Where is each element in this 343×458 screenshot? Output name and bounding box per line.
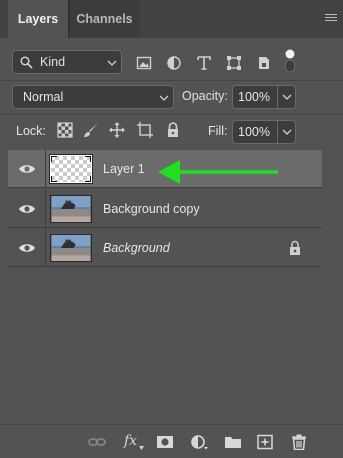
lock-transparent-pixels-icon[interactable]	[56, 121, 74, 139]
panel-tab-bar: Layers Channels	[0, 0, 343, 38]
photo-thumbnail	[50, 234, 92, 262]
transparent-thumbnail	[49, 154, 93, 184]
divider	[0, 114, 343, 115]
type-filter-icon[interactable]	[196, 55, 212, 71]
smart-object-filter-icon[interactable]	[256, 55, 272, 71]
panel-menu-icon[interactable]	[325, 14, 337, 24]
visibility-eye-icon[interactable]	[18, 162, 36, 176]
lock-artboard-icon[interactable]	[136, 121, 154, 139]
delete-icon[interactable]	[290, 434, 308, 450]
divider	[0, 80, 343, 81]
annotation-arrow	[158, 160, 278, 184]
chevron-down-icon	[282, 94, 292, 100]
blend-mode-label: Normal	[23, 90, 64, 104]
search-icon	[20, 56, 33, 69]
kind-filter-select[interactable]: Kind	[12, 50, 122, 74]
filter-toggle-icon[interactable]	[284, 49, 296, 73]
visibility-eye-icon[interactable]	[18, 241, 36, 255]
chevron-down-icon	[107, 60, 117, 66]
divider	[45, 190, 46, 228]
tab-layers[interactable]: Layers	[8, 0, 68, 38]
layer-name[interactable]: Background copy	[103, 202, 200, 216]
fill-field[interactable]: 100%	[232, 120, 296, 144]
divider	[45, 150, 46, 188]
kind-label: Kind	[40, 55, 66, 69]
layer-row-background-copy[interactable]: Background copy	[8, 190, 322, 228]
layer-row-background[interactable]: Background	[8, 229, 322, 267]
fill-value: 100%	[238, 125, 270, 139]
selection-corners-icon	[51, 156, 91, 182]
adjustment-layer-icon[interactable]	[190, 434, 208, 450]
fx-dropdown-icon	[139, 446, 144, 450]
link-layers-icon[interactable]	[88, 434, 106, 450]
opacity-dropdown[interactable]	[277, 86, 295, 108]
fill-dropdown[interactable]	[277, 121, 295, 143]
opacity-field[interactable]: 100%	[232, 85, 296, 109]
divider	[45, 229, 46, 267]
chevron-down-icon	[282, 129, 292, 135]
photo-thumbnail	[50, 195, 92, 223]
tab-channels[interactable]: Channels	[68, 0, 140, 38]
layer-name[interactable]: Background	[103, 241, 170, 255]
layer-lock-icon[interactable]	[288, 240, 302, 256]
lock-image-pixels-icon[interactable]	[82, 121, 100, 139]
opacity-label: Opacity:	[182, 89, 228, 103]
blend-mode-select[interactable]: Normal	[12, 85, 174, 109]
adjustment-filter-icon[interactable]	[166, 55, 182, 71]
new-layer-icon[interactable]	[256, 434, 274, 450]
bottom-toolbar: fx	[0, 424, 343, 458]
image-filter-icon[interactable]	[136, 55, 152, 71]
visibility-eye-icon[interactable]	[18, 202, 36, 216]
fill-label: Fill:	[208, 124, 228, 138]
layer-name[interactable]: Layer 1	[103, 162, 145, 176]
opacity-value: 100%	[238, 90, 270, 104]
lock-label: Lock:	[16, 124, 46, 138]
fx-icon[interactable]: fx	[124, 433, 137, 449]
lock-all-icon[interactable]	[164, 121, 182, 139]
lock-position-icon[interactable]	[108, 121, 126, 139]
chevron-down-icon	[159, 95, 169, 101]
add-mask-icon[interactable]	[156, 434, 174, 450]
shape-filter-icon[interactable]	[226, 55, 242, 71]
group-folder-icon[interactable]	[224, 434, 242, 450]
